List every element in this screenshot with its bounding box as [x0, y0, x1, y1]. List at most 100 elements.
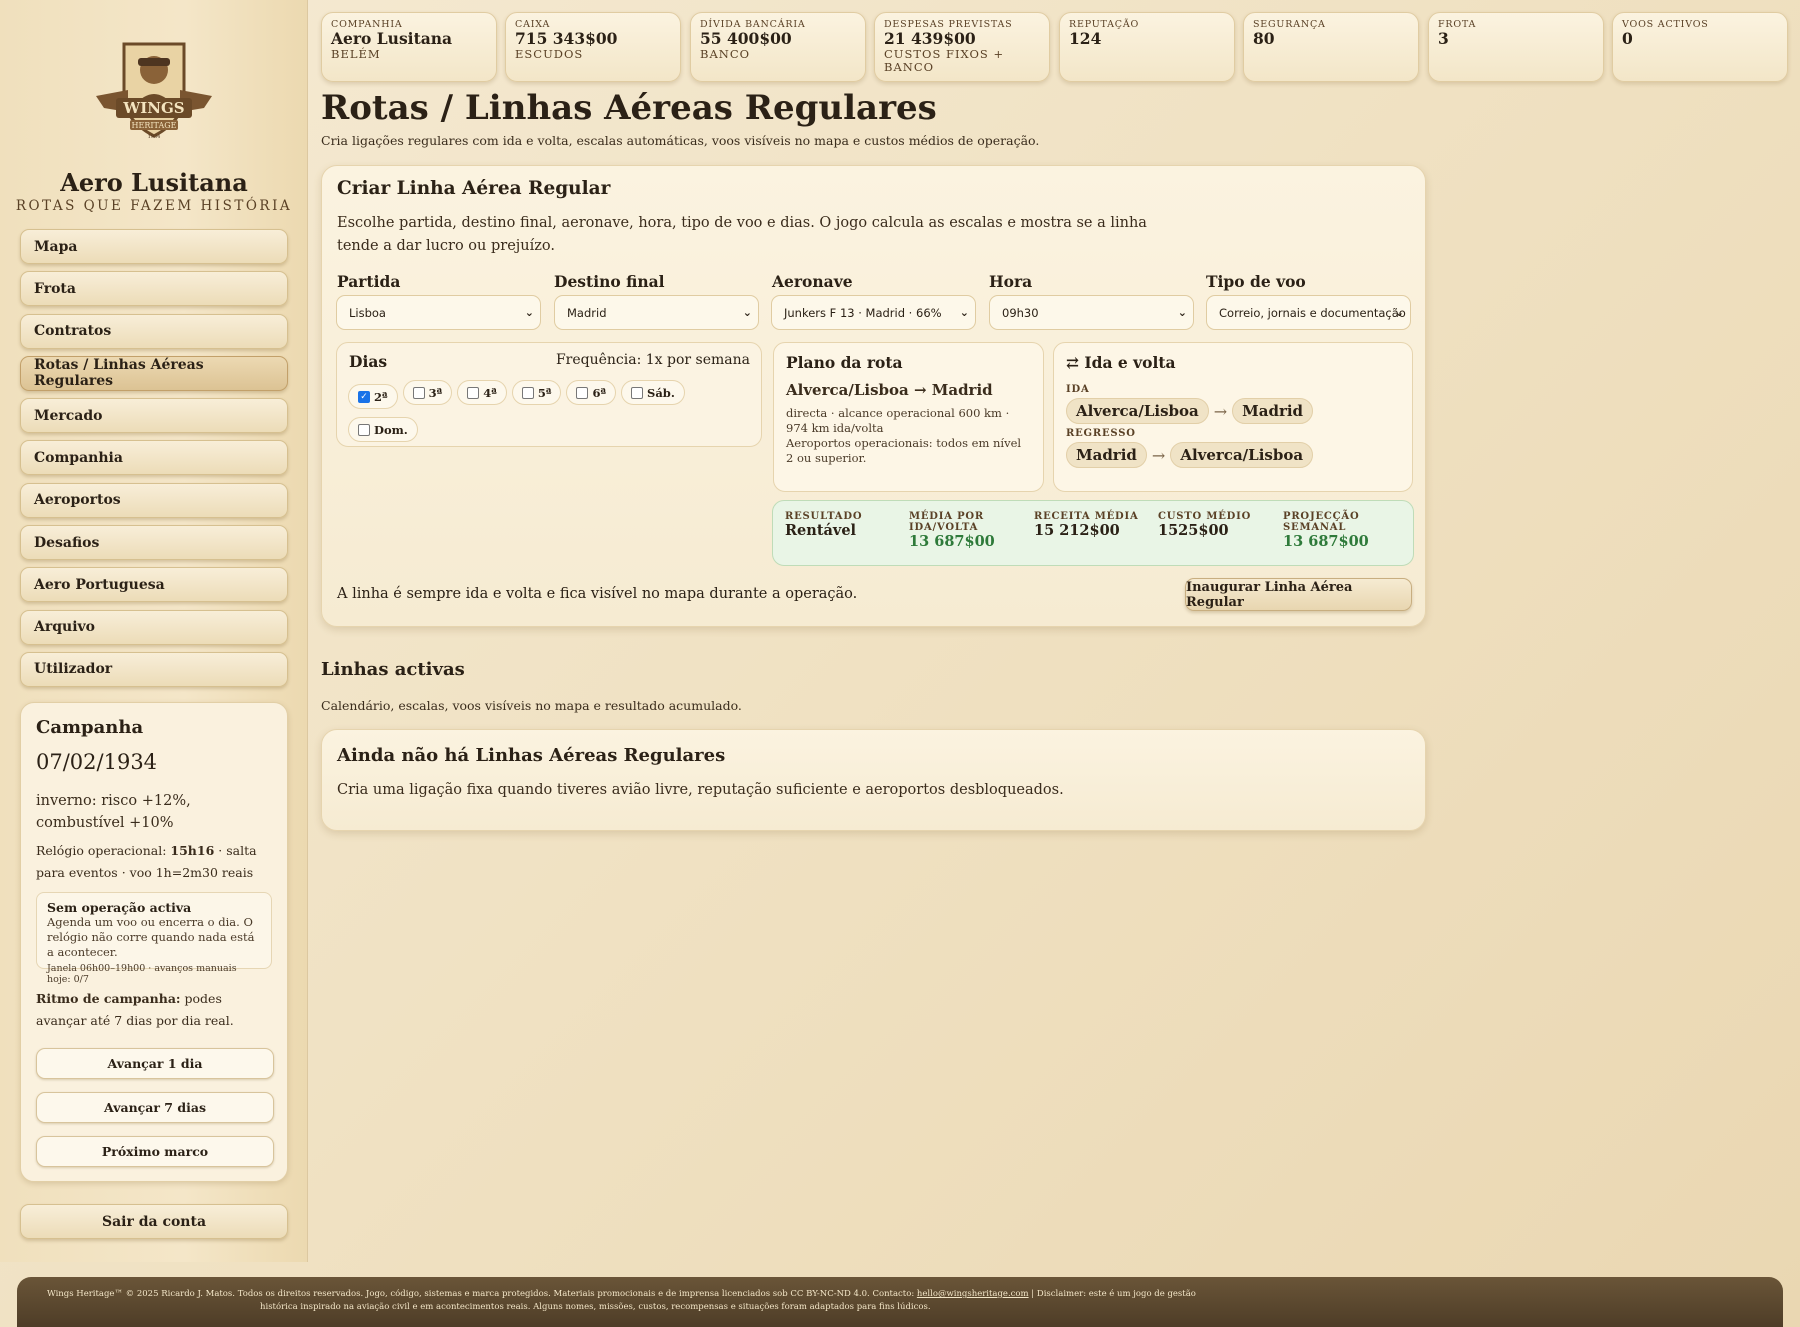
- route-plan-airports: Aeroportos operacionais: todos em nível …: [786, 436, 1022, 465]
- stat-card-cash: CAIXA 715 343$00 ESCUDOS: [505, 12, 681, 82]
- airport-pill: Madrid: [1066, 442, 1147, 468]
- wings-heritage-logo: WINGS HERITAGE 1934: [96, 42, 212, 140]
- arrow-right-icon: →: [1151, 445, 1166, 465]
- stat-card-expenses: DESPESAS PREVISTAS 21 439$00 CUSTOS FIXO…: [874, 12, 1050, 82]
- flight-type-select[interactable]: Correio, jornais e documentação ⌄: [1206, 295, 1411, 330]
- destination-select[interactable]: Madrid ⌄: [554, 295, 759, 330]
- sidebar-item-aeroportos[interactable]: Aeroportos: [20, 482, 288, 518]
- airport-pill: Madrid: [1232, 398, 1314, 424]
- advance-7-days-button[interactable]: Avançar 7 dias: [36, 1092, 274, 1123]
- campaign-date: 07/02/1934: [36, 750, 158, 774]
- aircraft-select[interactable]: Junkers F 13 · Madrid · 66% ⌄: [771, 295, 976, 330]
- create-route-card: Criar Linha Aérea Regular Escolhe partid…: [321, 165, 1426, 627]
- create-route-title: Criar Linha Aérea Regular: [337, 178, 611, 199]
- round-trip-note: A linha é sempre ida e volta e fica visí…: [337, 586, 858, 602]
- day-chip-thursday[interactable]: 5ª: [511, 380, 562, 405]
- sidebar-item-mapa[interactable]: Mapa: [20, 229, 288, 264]
- day-chips: ✓ 2ª 3ª 4ª 5ª 6ª Sáb. Dom.: [348, 380, 758, 450]
- sidebar-item-companhia[interactable]: Companhia: [20, 440, 288, 476]
- hour-label: Hora: [989, 272, 1033, 291]
- svg-text:HERITAGE: HERITAGE: [132, 121, 177, 130]
- airport-pill: Alverca/Lisboa: [1066, 398, 1209, 424]
- contact-email-link[interactable]: hello@wingsheritage.com: [917, 1289, 1029, 1299]
- brand-name: Aero Lusitana: [60, 168, 248, 197]
- advance-1-day-button[interactable]: Avançar 1 dia: [36, 1048, 274, 1079]
- page-title: Rotas / Linhas Aéreas Regulares: [321, 88, 937, 128]
- operation-window: Janela 06h00–19h00 · avanços manuais hoj…: [47, 963, 237, 985]
- empty-lines-desc: Cria uma ligação fixa quando tiveres avi…: [337, 782, 1064, 798]
- departure-label: Partida: [337, 272, 401, 291]
- checkbox-icon[interactable]: [412, 386, 425, 399]
- route-plan-box: Plano da rota Alverca/Lisboa → Madrid di…: [773, 342, 1044, 492]
- sidebar-item-rotas[interactable]: Rotas / Linhas Aéreas Regulares: [20, 355, 288, 391]
- svg-text:1934: 1934: [148, 134, 161, 140]
- stat-card-reputation: REPUTAÇÃO 124: [1059, 12, 1235, 82]
- result-avg-revenue: RECEITA MÉDIA 15 212$00: [1034, 511, 1139, 539]
- checkbox-checked-icon[interactable]: ✓: [358, 390, 370, 403]
- inaugurate-route-button[interactable]: Inaugurar Linha Aérea Regular: [1185, 578, 1412, 611]
- next-milestone-button[interactable]: Próximo marco: [36, 1136, 274, 1167]
- page-subtitle: Cria ligações regulares com ida e volta,…: [321, 133, 1040, 148]
- stat-card-active-flights: VOOS ACTIVOS 0: [1612, 12, 1788, 82]
- return-label: REGRESSO: [1066, 428, 1136, 439]
- outbound-label: IDA: [1066, 384, 1090, 395]
- days-label: Dias: [349, 352, 388, 371]
- hour-select[interactable]: 09h30 ⌄: [989, 295, 1194, 330]
- stat-card-safety: SEGURANÇA 80: [1243, 12, 1419, 82]
- brand-tagline: ROTAS QUE FAZEM HISTÓRIA: [15, 198, 293, 214]
- day-chip-sunday[interactable]: Dom.: [348, 417, 418, 442]
- chevron-down-icon: ⌄: [524, 306, 534, 319]
- day-chip-tuesday[interactable]: 3ª: [402, 380, 453, 405]
- empty-lines-card: Ainda não há Linhas Aéreas Regulares Cri…: [321, 729, 1426, 831]
- day-chip-saturday[interactable]: Sáb.: [621, 380, 685, 405]
- checkbox-icon[interactable]: [631, 386, 644, 399]
- destination-label: Destino final: [554, 272, 665, 291]
- operation-status-box: Sem operação activa Agenda um voo ou enc…: [36, 892, 272, 985]
- checkbox-icon[interactable]: [521, 386, 534, 399]
- round-trip-box: ⇄ Ida e volta IDA Alverca/Lisboa → Madri…: [1053, 342, 1413, 492]
- day-chip-monday[interactable]: ✓ 2ª: [348, 384, 398, 409]
- result-summary: RESULTADO Rentável MÉDIA POR IDA/VOLTA 1…: [772, 500, 1414, 566]
- chevron-down-icon: ⌄: [742, 306, 752, 319]
- result-avg-cost: CUSTO MÉDIO 1525$00: [1158, 511, 1252, 539]
- chevron-down-icon: ⌄: [1394, 306, 1404, 319]
- sidebar-item-desafios[interactable]: Desafios: [20, 525, 288, 561]
- return-route: Madrid → Alverca/Lisboa: [1066, 442, 1400, 468]
- frequency-text: Frequência: 1x por semana: [555, 352, 750, 368]
- stat-card-company: COMPANHIA Aero Lusitana BELÉM: [321, 12, 497, 82]
- weather-info: inverno: risco +12%, combustível +10%: [36, 793, 191, 831]
- chevron-down-icon: ⌄: [1177, 306, 1187, 319]
- stat-card-bank-debt: DÍVIDA BANCÁRIA 55 400$00 BANCO: [690, 12, 866, 82]
- sidebar-item-arquivo[interactable]: Arquivo: [20, 609, 288, 645]
- operational-clock: Relógio operacional: 15h16 · salta para …: [36, 843, 257, 880]
- sidebar-item-frota[interactable]: Frota: [20, 271, 288, 307]
- route-plan-detail: directa · alcance operacional 600 km · 9…: [786, 406, 1010, 435]
- day-chip-friday[interactable]: 6ª: [566, 380, 617, 405]
- sidebar-item-utilizador[interactable]: Utilizador: [20, 651, 288, 687]
- clock-time: 15h16: [170, 843, 215, 858]
- footer-line-1: Wings Heritage™ © 2025 Ricardo J. Matos.…: [47, 1289, 1196, 1299]
- airport-pill: Alverca/Lisboa: [1170, 442, 1314, 468]
- logout-button[interactable]: Sair da conta: [20, 1204, 288, 1239]
- flight-type-label: Tipo de voo: [1206, 272, 1306, 291]
- footer-line-2: histórica inspirado na aviação civil e e…: [260, 1302, 931, 1312]
- sidebar-item-aero-portuguesa[interactable]: Aero Portuguesa: [20, 567, 288, 603]
- checkbox-icon[interactable]: [358, 423, 370, 436]
- active-lines-subtitle: Calendário, escalas, voos visíveis no ma…: [321, 698, 742, 713]
- route-plan-route: Alverca/Lisboa → Madrid: [786, 381, 993, 399]
- checkbox-icon[interactable]: [576, 386, 589, 399]
- departure-select[interactable]: Lisboa ⌄: [336, 295, 541, 330]
- result-avg-per-trip: MÉDIA POR IDA/VOLTA 13 687$00: [909, 511, 995, 550]
- active-lines-title: Linhas activas: [321, 659, 465, 680]
- sidebar-item-contratos[interactable]: Contratos: [20, 313, 288, 349]
- campaign-rhythm: Ritmo de campanha: podes avançar até 7 d…: [36, 991, 234, 1028]
- empty-lines-title: Ainda não há Linhas Aéreas Regulares: [337, 745, 726, 766]
- aircraft-label: Aeronave: [772, 272, 853, 291]
- result-weekly-projection: PROJECÇÃO SEMANAL 13 687$00: [1283, 511, 1369, 550]
- sidebar-item-mercado[interactable]: Mercado: [20, 398, 288, 434]
- create-route-desc: Escolhe partida, destino final, aeronave…: [337, 215, 1147, 254]
- sidebar-nav: Mapa Frota Contratos Rotas / Linhas Aére…: [20, 229, 288, 694]
- day-chip-wednesday[interactable]: 4ª: [457, 380, 507, 405]
- campaign-title: Campanha: [36, 717, 144, 738]
- checkbox-icon[interactable]: [467, 386, 480, 399]
